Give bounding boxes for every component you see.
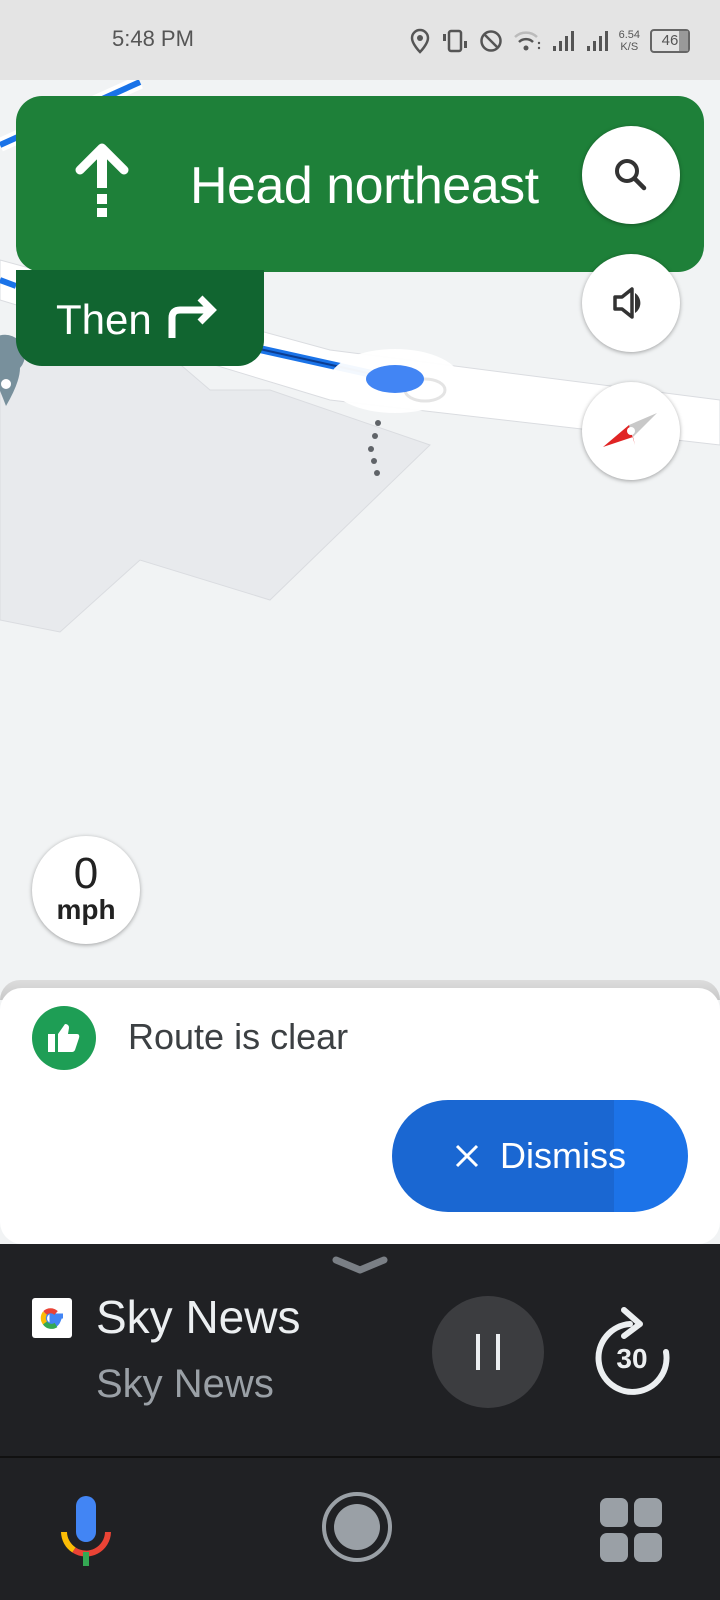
skip-forward-button[interactable]: 30 xyxy=(590,1302,674,1398)
location-dot xyxy=(366,365,424,393)
walk-dot xyxy=(375,420,381,426)
media-subtitle: Sky News xyxy=(96,1362,274,1406)
skip-forward-30-icon: 30 xyxy=(595,1307,670,1395)
apps-icon-tile xyxy=(600,1498,628,1527)
search-icon xyxy=(615,159,647,191)
apps-button[interactable] xyxy=(600,1498,664,1562)
battery-indicator: 46 xyxy=(650,29,690,53)
status-icons: 6.54 K/S 46 xyxy=(409,26,690,56)
home-button[interactable] xyxy=(322,1492,392,1562)
pause-icon xyxy=(476,1334,500,1370)
compass-button[interactable] xyxy=(582,382,680,480)
dismiss-button[interactable]: Dismiss xyxy=(392,1100,688,1212)
search-button[interactable] xyxy=(582,126,680,224)
close-icon xyxy=(455,1144,479,1168)
collapse-chevron-icon[interactable] xyxy=(332,1256,388,1276)
wifi-icon xyxy=(513,31,540,51)
speed-unit: mph xyxy=(56,894,116,925)
dismiss-label: Dismiss xyxy=(500,1135,626,1176)
apps-icon-tile xyxy=(600,1533,628,1562)
maneuver-instruction: Head northeast xyxy=(190,157,539,215)
apps-icon-tile xyxy=(634,1533,662,1562)
alert-message: Route is clear xyxy=(128,1016,349,1057)
turn-right-icon xyxy=(168,295,217,338)
compass-icon xyxy=(603,413,657,447)
vibrate-icon xyxy=(442,29,467,53)
thumbs-up-icon xyxy=(32,1006,96,1070)
battery-level: 46 xyxy=(661,32,679,49)
assistant-mic-icon[interactable] xyxy=(58,1492,114,1568)
signal-icon xyxy=(586,31,608,51)
walk-dot xyxy=(374,470,380,476)
walk-dot xyxy=(372,433,378,439)
skip-seconds-label: 30 xyxy=(616,1343,647,1374)
then-label: Then xyxy=(56,296,152,343)
speed-value: 0 xyxy=(73,849,99,898)
walk-dot xyxy=(368,446,374,452)
walk-dot xyxy=(371,458,377,464)
signal-icon xyxy=(552,31,574,51)
speedometer: 0 mph xyxy=(32,836,140,944)
pause-button[interactable] xyxy=(432,1296,544,1408)
volume-icon xyxy=(613,287,641,319)
straight-arrow-icon xyxy=(75,143,129,217)
net-speed-unit: K/S xyxy=(620,41,639,53)
sound-button[interactable] xyxy=(582,254,680,352)
media-title[interactable]: Sky News xyxy=(96,1290,300,1344)
do-not-disturb-icon xyxy=(479,30,502,52)
status-time: 5:48 PM xyxy=(112,26,194,51)
google-logo-icon xyxy=(32,1298,72,1338)
net-speed-value: 6.54 xyxy=(618,29,640,41)
apps-icon-tile xyxy=(634,1498,662,1527)
place-pin-center xyxy=(1,379,11,389)
home-icon xyxy=(334,1504,380,1550)
battery-fill xyxy=(679,31,688,51)
net-speed: 6.54 K/S xyxy=(619,29,640,53)
location-icon xyxy=(410,28,429,54)
